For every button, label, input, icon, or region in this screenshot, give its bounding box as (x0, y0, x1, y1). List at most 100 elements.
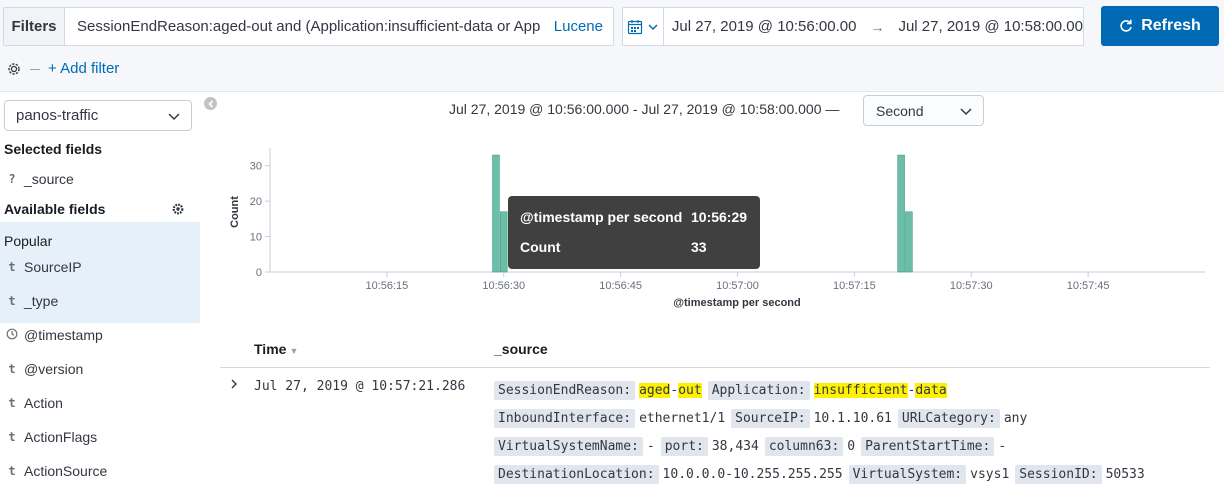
source-field-value: - (998, 439, 1006, 454)
source-field-key: Application: (707, 380, 810, 400)
histogram-bar[interactable] (492, 154, 500, 273)
selected-fields-title: Selected fields (4, 141, 103, 157)
expand-row-button[interactable] (229, 377, 239, 393)
chart-tooltip: @timestamp per second 10:56:29 Count 33 (508, 196, 760, 269)
source-field-value: 10.1.10.61 (814, 411, 892, 426)
index-pattern-value: panos-traffic (16, 107, 99, 124)
collapse-sidebar-button[interactable] (204, 97, 217, 110)
field-item-source[interactable]: ? _source (0, 162, 200, 196)
chevron-down-icon (960, 108, 972, 116)
source-field-value: any (1004, 411, 1027, 426)
field-name: _type (24, 293, 59, 309)
quick-menu-button[interactable] (623, 8, 664, 45)
tooltip-value: 33 (691, 239, 707, 255)
field-type-icon: ? (8, 172, 16, 186)
start-date[interactable]: Jul 27, 2019 @ 10:56:00.00 (672, 18, 857, 35)
source-field-key: URLCategory: (897, 408, 1000, 428)
source-field-value: aged-out (639, 382, 702, 398)
query-bar[interactable]: Filters SessionEndReason:aged-out and (A… (3, 7, 614, 46)
source-field-key: DestinationLocation: (494, 464, 659, 484)
highlight-match: out (678, 382, 702, 398)
sort-icon[interactable]: ▼ (289, 346, 298, 356)
field-item-action[interactable]: t Action (0, 386, 200, 420)
string-type-icon: t (8, 294, 16, 308)
value-text: - (646, 438, 655, 454)
chevron-left-icon (207, 99, 213, 108)
field-name: _source (24, 171, 74, 187)
source-field-key: SessionID: (1015, 464, 1102, 484)
chevron-down-icon (168, 113, 180, 121)
column-header-source: _source (494, 341, 548, 357)
source-field-value: 10.0.0.0-10.255.255.255 (663, 467, 843, 482)
y-tick-label: 10 (250, 232, 262, 244)
clock-icon (0, 328, 24, 343)
query-input[interactable]: SessionEndReason:aged-out and (Applicati… (65, 18, 544, 35)
x-tick-label: 10:57:15 (833, 280, 876, 292)
gear-icon[interactable] (5, 60, 23, 78)
interval-value: Second (876, 102, 924, 119)
tooltip-key: Count (520, 239, 561, 255)
source-field-key: VirtualSystemName: (494, 436, 643, 456)
histogram-bar[interactable] (500, 211, 508, 273)
field-item-version[interactable]: t @version (0, 352, 200, 386)
table-divider (220, 367, 1210, 368)
source-line: VirtualSystemName: - port: 38,434 column63: 0… (494, 435, 1012, 457)
field-item-actionflags[interactable]: t ActionFlags (0, 420, 200, 454)
value-text: 0 (847, 438, 856, 454)
refresh-icon (1120, 19, 1132, 32)
histogram-bar[interactable] (897, 154, 905, 273)
field-item-actionsource[interactable]: t ActionSource (0, 454, 200, 488)
source-line: InboundInterface: ethernet1/1 SourceIP: 10.… (494, 407, 1033, 429)
filters-label: Filters (4, 8, 65, 45)
source-field-value: vsys1 (970, 467, 1009, 482)
x-tick-label: 10:56:15 (365, 280, 408, 292)
field-name: ActionSource (24, 463, 108, 479)
histogram-bar[interactable] (905, 211, 913, 273)
source-line: SessionEndReason: aged-out Application: ins… (494, 379, 953, 401)
row-timestamp: Jul 27, 2019 @ 10:57:21.286 (254, 379, 466, 394)
y-tick-label: 0 (256, 267, 262, 279)
source-field-key: VirtualSystem: (848, 464, 967, 484)
field-name: ActionFlags (24, 429, 98, 445)
time-picker[interactable]: Jul 27, 2019 @ 10:56:00.00 → Jul 27, 201… (622, 7, 1084, 46)
y-tick-label: 20 (250, 196, 262, 208)
string-type-icon: t (8, 396, 16, 410)
gear-icon[interactable] (171, 202, 185, 216)
column-header-time-label: Time (254, 341, 287, 357)
interval-select[interactable]: Second (863, 95, 984, 126)
add-filter-button[interactable]: + Add filter (48, 60, 119, 77)
value-text: 10.1.10.61 (813, 410, 892, 426)
highlight-match: insufficient (813, 382, 908, 398)
end-date[interactable]: Jul 27, 2019 @ 10:58:00.00 (898, 18, 1083, 35)
source-field-key: InboundInterface: (494, 408, 636, 428)
string-type-icon: t (8, 464, 16, 478)
index-pattern-select[interactable]: panos-traffic (4, 100, 192, 131)
source-field-value: - (647, 439, 655, 454)
query-language-button[interactable]: Lucene (544, 18, 613, 35)
x-tick-label: 10:56:30 (482, 280, 525, 292)
source-field-key: SourceIP: (731, 408, 810, 428)
source-field-key: SessionEndReason: (494, 380, 636, 400)
value-text: 10.0.0.0-10.255.255.255 (662, 466, 843, 482)
field-item-timestamp[interactable]: @timestamp (0, 318, 200, 352)
source-field-value: 0 (847, 439, 855, 454)
x-tick-label: 10:57:00 (716, 280, 759, 292)
refresh-label: Refresh (1141, 17, 1201, 34)
refresh-button[interactable]: Refresh (1101, 6, 1219, 46)
field-item-type[interactable]: t _type (0, 284, 200, 318)
column-header-time[interactable]: Time ▼ (254, 341, 298, 357)
string-type-icon: t (8, 260, 16, 274)
value-text: any (1003, 410, 1028, 426)
source-field-key: port: (660, 436, 708, 456)
x-tick-label: 10:57:45 (1067, 280, 1110, 292)
value-text: 50533 (1105, 466, 1145, 482)
x-axis-label: @timestamp per second (673, 297, 800, 309)
field-item-sourceip[interactable]: t SourceIP (0, 250, 200, 284)
popular-title: Popular (4, 233, 53, 249)
chevron-right-icon (231, 379, 237, 389)
y-tick-label: 30 (250, 161, 262, 173)
value-text: - (998, 438, 1007, 454)
source-line: DestinationLocation: 10.0.0.0-10.255.255.… (494, 463, 1151, 485)
top-bar: Filters SessionEndReason:aged-out and (A… (0, 0, 1224, 92)
chevron-down-icon (648, 23, 658, 30)
